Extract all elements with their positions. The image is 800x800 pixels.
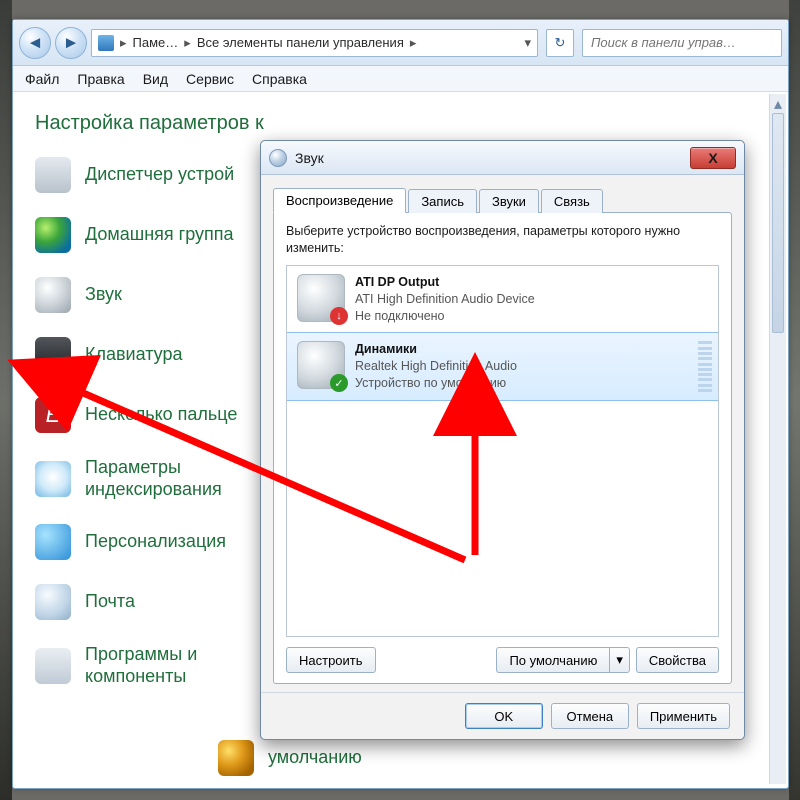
instruction-text: Выберите устройство воспроизведения, пар… (286, 223, 719, 257)
cp-link[interactable]: Звук (85, 284, 122, 306)
device-manager-icon (35, 157, 71, 193)
default-programs-icon (218, 740, 254, 776)
cp-label-line2: индексирования (85, 479, 222, 499)
speaker-icon (269, 149, 287, 167)
scrollbar[interactable]: ▴ (769, 94, 786, 784)
menu-tools[interactable]: Сервис (186, 71, 234, 87)
tab-sounds[interactable]: Звуки (479, 189, 539, 213)
arrow-down-icon: ↓ (330, 307, 348, 325)
chevron-right-icon: ▸ (410, 35, 417, 51)
programs-icon (35, 648, 71, 684)
menu-bar: Файл Правка Вид Сервис Справка (13, 66, 788, 92)
menu-help[interactable]: Справка (252, 71, 307, 87)
menu-edit[interactable]: Правка (77, 71, 124, 87)
indexing-icon (35, 461, 71, 497)
breadcrumb-seg2[interactable]: Все элементы панели управления (197, 35, 404, 50)
sound-dialog: Звук X Воспроизведение Запись Звуки Связ… (260, 140, 745, 740)
chevron-down-icon: ▾ (616, 652, 623, 668)
device-row[interactable]: ↓ ATI DP Output ATI High Definition Audi… (287, 266, 718, 334)
chevron-right-icon: ▸ (120, 35, 127, 51)
explorer-header: ◄ ► ▸ Паме… ▸ Все элементы панели управл… (13, 20, 788, 66)
page-title: Настройка параметров к (35, 112, 766, 135)
desktop-background-left (0, 0, 12, 800)
desktop-background-right (789, 0, 800, 800)
speaker-icon (35, 277, 71, 313)
search-input[interactable] (589, 34, 775, 51)
cancel-button[interactable]: Отмена (551, 703, 629, 729)
apply-button[interactable]: Применить (637, 703, 730, 729)
device-sub: Realtek High Definition Audio (355, 358, 517, 375)
configure-button[interactable]: Настроить (286, 647, 376, 673)
control-panel-icon (98, 35, 114, 51)
cp-link[interactable]: Несколько пальце (85, 404, 237, 426)
close-icon: X (708, 150, 717, 166)
tabstrip: Воспроизведение Запись Звуки Связь (273, 185, 732, 213)
device-state: Не подключено (355, 308, 535, 325)
set-default-dropdown[interactable]: ▾ (609, 647, 630, 673)
chevron-right-icon: ▸ (184, 35, 191, 51)
nav-back-button[interactable]: ◄ (19, 27, 51, 59)
dialog-title: Звук (295, 150, 324, 166)
check-icon: ✓ (330, 374, 348, 392)
mail-icon (35, 584, 71, 620)
search-box[interactable] (582, 29, 782, 57)
cp-link[interactable]: Программы и компоненты (85, 644, 197, 687)
device-text: Динамики Realtek High Definition Audio У… (355, 341, 517, 392)
dialog-titlebar[interactable]: Звук X (261, 141, 744, 175)
set-default-button[interactable]: По умолчанию (496, 647, 609, 673)
dialog-body: Воспроизведение Запись Звуки Связь Выбер… (261, 175, 744, 692)
dialog-footer: OK Отмена Применить (261, 692, 744, 739)
device-sub: ATI High Definition Audio Device (355, 291, 535, 308)
properties-button[interactable]: Свойства (636, 647, 719, 673)
close-button[interactable]: X (690, 147, 736, 169)
scroll-up-button[interactable]: ▴ (770, 94, 786, 111)
address-bar[interactable]: ▸ Паме… ▸ Все элементы панели управления… (91, 29, 538, 57)
refresh-button[interactable]: ↻ (546, 29, 574, 57)
nav-forward-button[interactable]: ► (55, 27, 87, 59)
cp-link[interactable]: умолчанию (268, 747, 362, 769)
menu-view[interactable]: Вид (143, 71, 168, 87)
tab-pane-playback: Выберите устройство воспроизведения, пар… (273, 212, 732, 684)
device-name: ATI DP Output (355, 274, 535, 291)
keyboard-icon (35, 337, 71, 373)
tab-recording[interactable]: Запись (408, 189, 477, 213)
arrow-right-icon: ► (63, 33, 80, 53)
menu-file[interactable]: Файл (25, 71, 59, 87)
volume-meter (698, 341, 712, 392)
device-name: Динамики (355, 341, 517, 358)
multitouch-icon: E (35, 397, 71, 433)
homegroup-icon (35, 217, 71, 253)
cp-link[interactable]: Диспетчер устрой (85, 164, 234, 186)
cp-link[interactable]: Почта (85, 591, 135, 613)
breadcrumb-seg1[interactable]: Паме… (133, 35, 179, 50)
cp-item-default-programs[interactable]: умолчанию (218, 740, 362, 776)
cp-link[interactable]: Параметры индексирования (85, 457, 222, 500)
set-default-split-button[interactable]: По умолчанию ▾ (496, 647, 629, 673)
cp-link[interactable]: Персонализация (85, 531, 226, 553)
refresh-icon: ↻ (555, 35, 566, 51)
cp-label-line2: компоненты (85, 666, 186, 686)
cp-link[interactable]: Домашняя группа (85, 224, 234, 246)
dropdown-icon[interactable]: ▾ (524, 35, 531, 51)
device-text: ATI DP Output ATI High Definition Audio … (355, 274, 535, 325)
monitor-icon: ↓ (297, 274, 345, 322)
device-row-selected[interactable]: ✓ Динамики Realtek High Definition Audio… (286, 332, 719, 401)
tab-communications[interactable]: Связь (541, 189, 603, 213)
ok-button[interactable]: OK (465, 703, 543, 729)
personalization-icon (35, 524, 71, 560)
tab-playback[interactable]: Воспроизведение (273, 188, 406, 213)
cp-label-line1: Программы и (85, 644, 197, 664)
arrow-left-icon: ◄ (27, 33, 44, 53)
cp-label-line1: Параметры (85, 457, 181, 477)
cp-link[interactable]: Клавиатура (85, 344, 183, 366)
device-state: Устройство по умолчанию (355, 375, 517, 392)
pane-buttons: Настроить По умолчанию ▾ Свойства (286, 647, 719, 673)
speaker-icon: ✓ (297, 341, 345, 389)
scroll-thumb[interactable] (772, 113, 784, 333)
playback-device-list[interactable]: ↓ ATI DP Output ATI High Definition Audi… (286, 265, 719, 637)
